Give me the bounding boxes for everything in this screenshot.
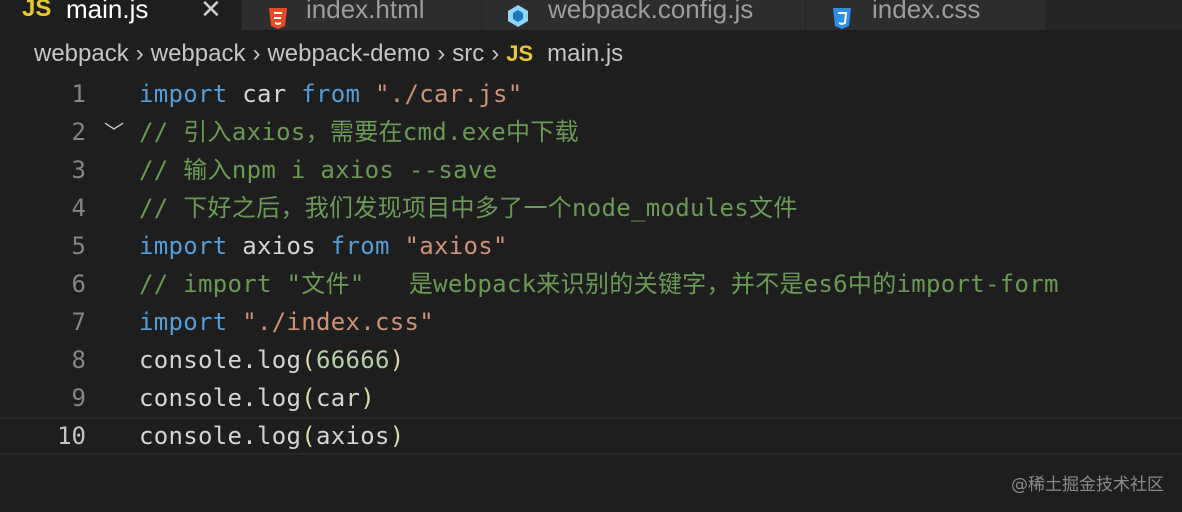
close-icon[interactable]: ✕ [200, 0, 222, 30]
tab-index-css[interactable]: index.css [806, 0, 1046, 30]
code-text: import "./index.css" [139, 308, 434, 336]
breadcrumb: webpack › webpack › webpack-demo › src › JS main.… [34, 36, 623, 72]
tab-index-html[interactable]: index.html [242, 0, 482, 30]
code-line[interactable]: 9 console.log(car) [0, 379, 1182, 417]
fold-chevron-icon[interactable]: ﹀ [104, 113, 124, 151]
breadcrumb-item-webpack-2[interactable]: webpack [151, 36, 246, 72]
tab-label: index.html [306, 0, 425, 24]
chevron-right-icon: › [252, 40, 261, 67]
code-text: // 输入npm i axios --save [139, 156, 498, 184]
code-editor[interactable]: 1 import car from "./car.js" 2 ﹀ // 引入ax… [0, 75, 1182, 455]
watermark: @稀土掘金技术社区 [1011, 475, 1164, 495]
chevron-right-icon: › [437, 40, 446, 67]
code-line[interactable]: 4 // 下好之后，我们发现项目中多了一个node_modules文件 [0, 189, 1182, 227]
code-text: console.log(car) [139, 384, 375, 412]
code-text: console.log(66666) [139, 346, 405, 374]
breadcrumb-item-webpack-demo[interactable]: webpack-demo [267, 36, 430, 72]
line-number: 10 [57, 422, 86, 450]
line-number: 2 [71, 118, 86, 146]
js-file-icon: JS [506, 41, 534, 66]
code-text: // import "文件" 是webpack来识别的关键字，并不是es6中的i… [139, 270, 1059, 298]
code-line[interactable]: 3 // 输入npm i axios --save [0, 151, 1182, 189]
code-line[interactable]: 8 console.log(66666) [0, 341, 1182, 379]
code-text: console.log(axios) [139, 422, 405, 450]
webpack-config-icon [506, 0, 530, 30]
tab-label: index.css [872, 0, 981, 24]
line-number: 8 [71, 346, 86, 374]
line-number: 5 [71, 232, 86, 260]
breadcrumb-item-file[interactable]: main.js [547, 36, 623, 72]
line-number: 9 [71, 384, 86, 412]
breadcrumb-item-src[interactable]: src [452, 36, 484, 72]
code-line[interactable]: 2 ﹀ // 引入axios，需要在cmd.exe中下载 [0, 113, 1182, 151]
code-text: // 下好之后，我们发现项目中多了一个node_modules文件 [139, 194, 798, 222]
html-file-icon [268, 0, 288, 30]
code-line[interactable]: 7 import "./index.css" [0, 303, 1182, 341]
tab-main-js[interactable]: JS main.js ✕ [0, 0, 242, 30]
line-number: 3 [71, 156, 86, 184]
code-line[interactable]: 6 // import "文件" 是webpack来识别的关键字，并不是es6中… [0, 265, 1182, 303]
css-file-icon [832, 0, 852, 30]
tab-webpack-config[interactable]: webpack.config.js [482, 0, 806, 30]
js-file-icon: JS [22, 0, 52, 22]
line-number: 1 [71, 80, 86, 108]
chevron-right-icon: › [135, 40, 144, 67]
tab-label: webpack.config.js [548, 0, 754, 24]
line-number: 4 [71, 194, 86, 222]
line-number: 7 [71, 308, 86, 336]
code-line[interactable]: 5 import axios from "axios" [0, 227, 1182, 265]
line-number: 6 [71, 270, 86, 298]
chevron-right-icon: › [491, 40, 500, 67]
breadcrumb-item-webpack[interactable]: webpack [34, 36, 129, 72]
code-text: import axios from "axios" [139, 232, 508, 260]
code-line[interactable]: 1 import car from "./car.js" [0, 75, 1182, 113]
code-line-current[interactable]: 10 console.log(axios) [0, 417, 1182, 455]
code-text: import car from "./car.js" [139, 80, 523, 108]
editor-tab-bar: JS main.js ✕ index.html webpack.config.j… [0, 0, 1182, 30]
code-text: // 引入axios，需要在cmd.exe中下载 [139, 118, 579, 146]
tab-label: main.js [66, 0, 149, 24]
